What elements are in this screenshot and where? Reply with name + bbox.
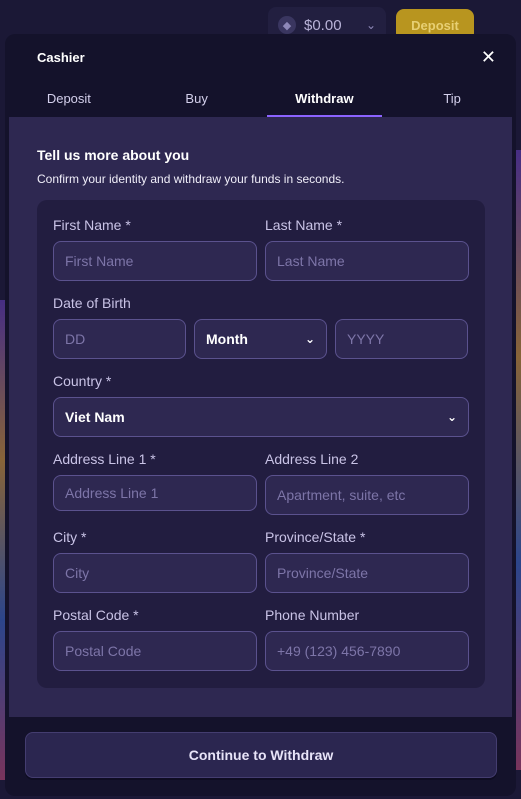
chevron-down-icon: ⌄ (365, 18, 376, 32)
balance-amount: $0.00 (304, 16, 342, 34)
last-name-label: Last Name * (265, 217, 343, 233)
city-input[interactable]: City (53, 553, 257, 593)
tab-buy[interactable]: Buy (133, 80, 261, 117)
close-icon[interactable]: ✕ (481, 48, 496, 66)
continue-to-withdraw-button[interactable]: Continue to Withdraw (25, 732, 497, 778)
identity-form: First Name * First Name Last Name * Last… (37, 200, 485, 688)
dob-day-input[interactable]: DD (53, 319, 186, 359)
first-name-label: First Name * (53, 217, 131, 233)
phone-number-input[interactable]: +49 (123) 456-7890 (265, 631, 469, 671)
tab-deposit[interactable]: Deposit (5, 80, 133, 117)
section-subtext: Confirm your identity and withdraw your … (37, 172, 345, 186)
city-label: City * (53, 529, 87, 545)
cashier-tabs: Deposit Buy Withdraw Tip (5, 80, 516, 117)
province-input[interactable]: Province/State (265, 553, 469, 593)
dob-year-input[interactable]: YYYY (335, 319, 468, 359)
chevron-down-icon: ⌄ (446, 410, 457, 424)
address1-input[interactable]: Address Line 1 (53, 475, 257, 511)
province-label: Province/State * (265, 529, 366, 545)
section-heading: Tell us more about you (37, 147, 190, 163)
postal-code-label: Postal Code * (53, 607, 139, 623)
postal-code-input[interactable]: Postal Code (53, 631, 257, 671)
tab-withdraw[interactable]: Withdraw (261, 80, 389, 117)
country-select[interactable]: Viet Nam ⌄ (53, 397, 469, 437)
address2-input[interactable]: Apartment, suite, etc (265, 475, 469, 515)
chevron-down-icon: ⌄ (304, 332, 315, 346)
address1-label: Address Line 1 * (53, 451, 156, 467)
country-value: Viet Nam (65, 409, 125, 425)
ethereum-icon: ◆ (278, 16, 296, 34)
cashier-modal: Cashier ✕ Deposit Buy Withdraw Tip Tell … (5, 34, 516, 796)
dob-month-select[interactable]: Month ⌄ (194, 319, 327, 359)
modal-title: Cashier (37, 49, 85, 65)
modal-header: Cashier ✕ (5, 34, 516, 80)
country-label: Country * (53, 373, 112, 389)
withdraw-panel: Tell us more about you Confirm your iden… (9, 117, 512, 717)
first-name-input[interactable]: First Name (53, 241, 257, 281)
dob-label: Date of Birth (53, 295, 131, 311)
tab-tip[interactable]: Tip (388, 80, 516, 117)
dob-month-value: Month (206, 331, 248, 347)
phone-number-label: Phone Number (265, 607, 360, 623)
intro-section: Tell us more about you Confirm your iden… (9, 117, 512, 186)
address2-label: Address Line 2 (265, 451, 359, 467)
last-name-input[interactable]: Last Name (265, 241, 469, 281)
